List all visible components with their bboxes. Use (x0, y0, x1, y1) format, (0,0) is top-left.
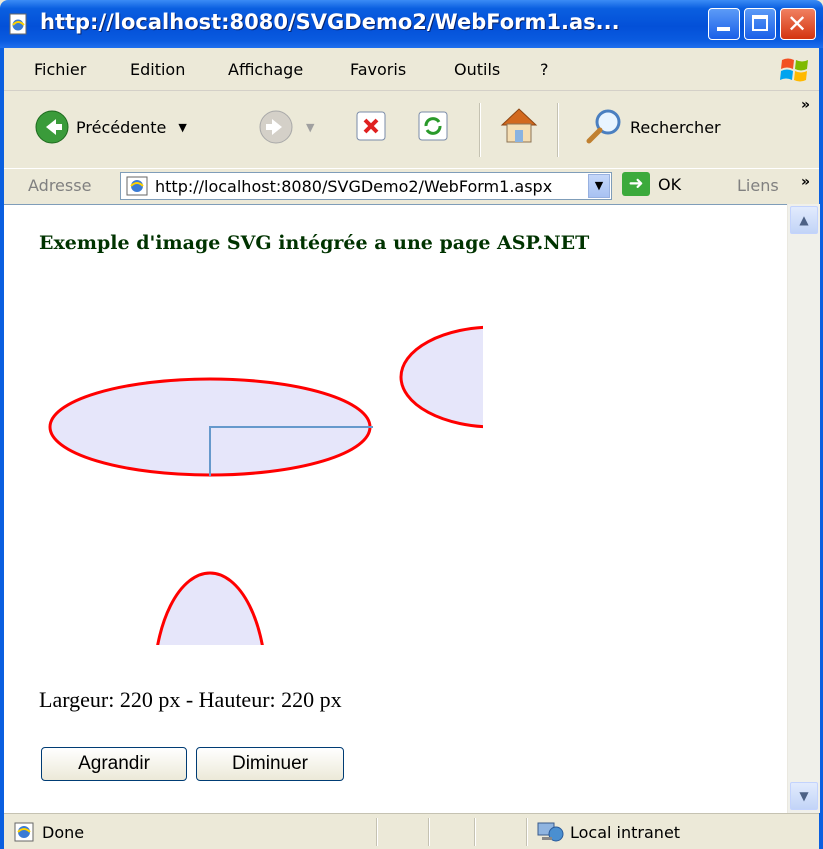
address-label: Adresse (28, 176, 92, 195)
menu-outils[interactable]: Outils (454, 60, 500, 79)
zone-text: Local intranet (570, 823, 681, 842)
menu-fichier[interactable]: Fichier (34, 60, 86, 79)
back-dropdown-icon[interactable]: ▼ (178, 121, 186, 134)
page-heading: Exemple d'image SVG intégrée a une page … (39, 232, 590, 254)
close-icon: ✕ (787, 10, 808, 38)
forward-arrow-icon (259, 110, 293, 144)
done-page-icon (14, 822, 34, 842)
minimize-button[interactable] (708, 8, 740, 40)
home-icon (500, 108, 538, 143)
links-label[interactable]: Liens (737, 176, 779, 195)
vertical-scrollbar[interactable]: ▲ ▼ (787, 204, 820, 813)
intranet-icon (537, 822, 564, 842)
dimensions-text: Largeur: 220 px - Hauteur: 220 px (39, 687, 342, 712)
shrink-button[interactable]: Diminuer (196, 747, 344, 781)
back-button[interactable]: Précédente ▼ (34, 109, 187, 145)
toolbar-separator (557, 103, 559, 157)
address-field[interactable]: ▼ (120, 172, 612, 200)
page-content: Exemple d'image SVG intégrée a une page … (4, 204, 787, 814)
status-divider (474, 818, 476, 846)
search-button[interactable]: Rechercher (584, 107, 721, 147)
ie-page-icon (9, 13, 27, 35)
maximize-icon (752, 15, 768, 31)
back-arrow-icon (35, 110, 69, 144)
go-label: OK (658, 174, 682, 194)
title-bar[interactable]: http://localhost:8080/SVGDemo2/WebForm1.… (0, 0, 823, 48)
scroll-up-icon[interactable]: ▲ (790, 206, 818, 234)
menu-affichage[interactable]: Affichage (228, 60, 303, 79)
address-dropdown-icon[interactable]: ▼ (588, 174, 610, 198)
toolbar-separator (479, 103, 481, 157)
address-input[interactable] (155, 175, 575, 197)
forward-button[interactable]: ▼ (258, 109, 314, 145)
right-ellipse (399, 325, 483, 429)
status-bar: Done Local intranet (4, 813, 819, 849)
bottom-ellipse (156, 571, 264, 645)
grow-button[interactable]: Agrandir (41, 747, 187, 781)
go-button[interactable]: ➜ OK (622, 172, 681, 196)
page-favicon-icon (126, 176, 148, 196)
go-arrow-icon: ➜ (622, 172, 650, 196)
refresh-icon (418, 111, 448, 141)
address-bar: Adresse ▼ ➜ OK Liens » (4, 168, 819, 205)
browser-window: http://localhost:8080/SVGDemo2/WebForm1.… (0, 0, 823, 849)
search-label: Rechercher (630, 117, 721, 137)
home-button[interactable] (498, 105, 540, 145)
toolbar-more-chevron-icon[interactable]: » (801, 97, 810, 113)
forward-dropdown-icon[interactable]: ▼ (306, 121, 314, 134)
standard-toolbar: Précédente ▼ ▼ Rechercher » (4, 91, 819, 169)
search-icon (586, 109, 621, 144)
links-more-chevron-icon[interactable]: » (801, 174, 810, 190)
close-button[interactable]: ✕ (780, 8, 816, 40)
status-divider (526, 818, 528, 846)
stop-icon (356, 111, 386, 141)
menu-help[interactable]: ? (540, 60, 549, 79)
status-divider (376, 818, 378, 846)
back-label: Précédente (76, 117, 167, 137)
status-divider (428, 818, 430, 846)
status-text: Done (42, 823, 85, 842)
minimize-icon (717, 27, 730, 31)
refresh-button[interactable] (416, 109, 450, 143)
menu-bar: Fichier Edition Affichage Favoris Outils… (4, 48, 819, 91)
windows-logo-icon (780, 58, 808, 82)
maximize-button[interactable] (744, 8, 776, 40)
window-title: http://localhost:8080/SVGDemo2/WebForm1.… (40, 10, 620, 34)
scroll-down-icon[interactable]: ▼ (790, 782, 818, 810)
svg-image (48, 325, 483, 645)
menu-edition[interactable]: Edition (130, 60, 185, 79)
stop-button[interactable] (354, 109, 388, 143)
menu-favoris[interactable]: Favoris (350, 60, 406, 79)
